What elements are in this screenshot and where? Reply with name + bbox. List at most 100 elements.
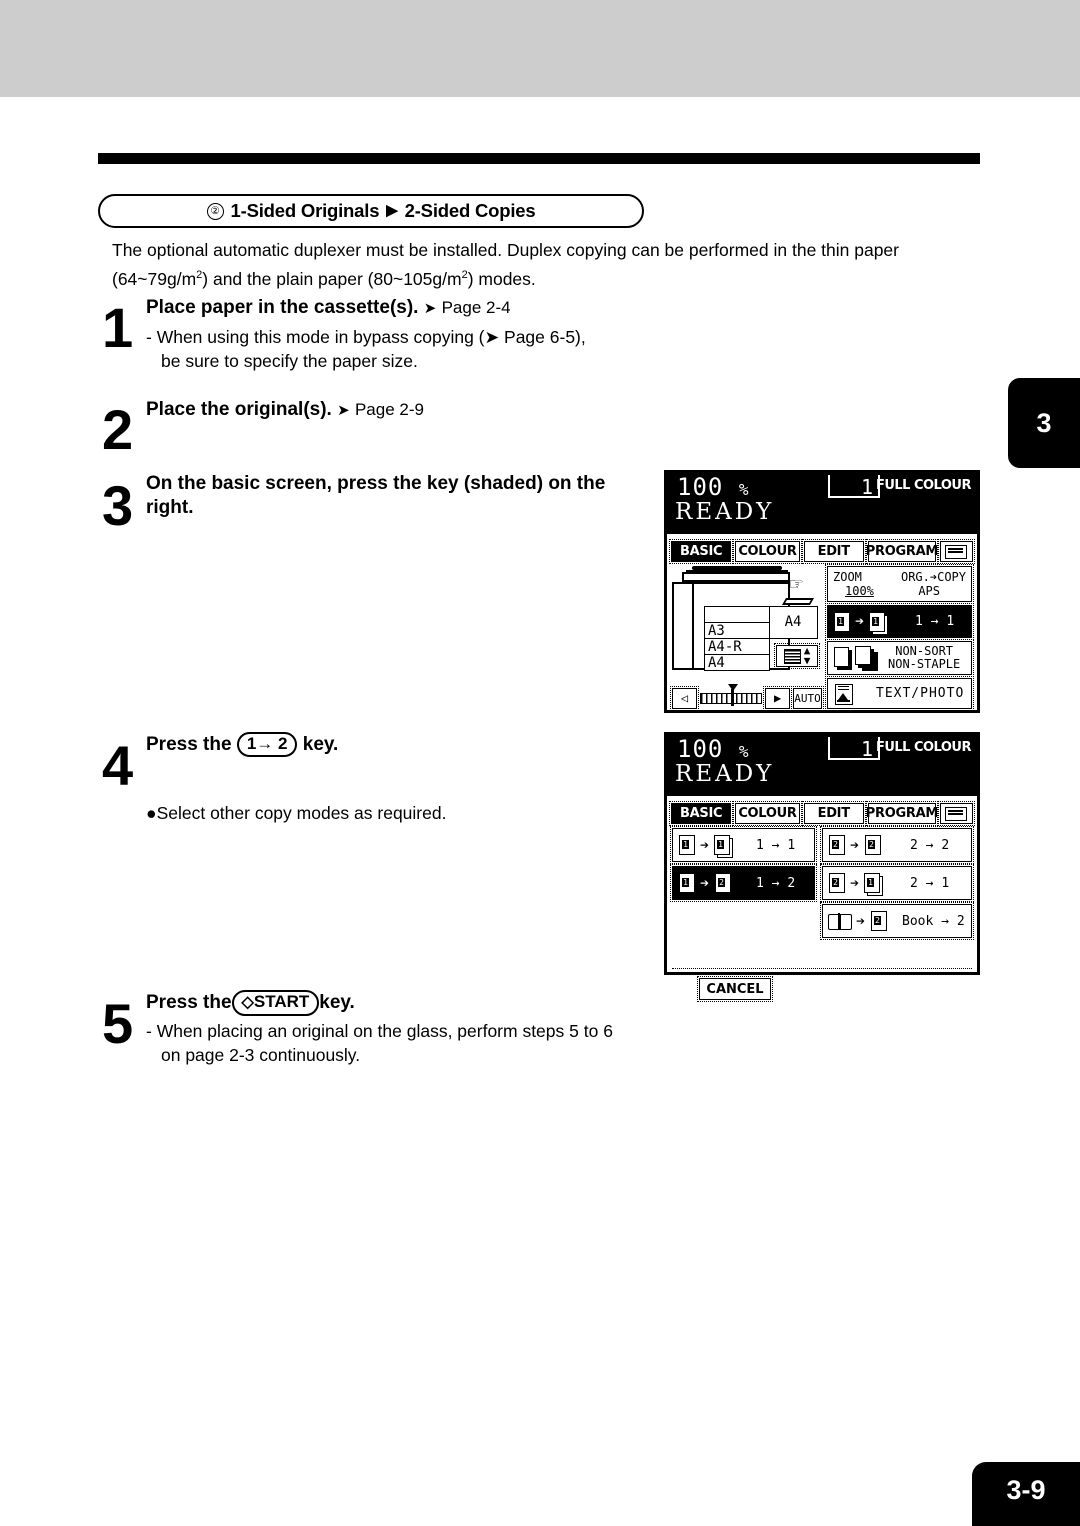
- density-slider[interactable]: [700, 683, 763, 709]
- step-3-number: 3: [102, 474, 134, 537]
- sheet-icon-1-copy: 1: [862, 871, 884, 896]
- sort-sheet-icon-1: [832, 645, 854, 671]
- zoom-value: 100%: [845, 584, 874, 598]
- sheet-icon-1: 1: [677, 871, 697, 895]
- step-4-heading-prefix: Press the: [146, 734, 232, 755]
- machine-illustration[interactable]: ☞ A4 A3 A4-R A4 ▲ ▼: [672, 566, 822, 681]
- tab-keyboard-icon[interactable]: [937, 801, 975, 826]
- lcd1-tab-row: BASIC COLOUR EDIT PROGRAM: [668, 539, 975, 564]
- step-1-number: 1: [102, 296, 134, 359]
- lcd2-colour-mode: FULL COLOUR: [875, 740, 972, 755]
- step-1: 1 Place paper in the cassette(s). ➤ Page…: [98, 296, 678, 373]
- step-1-page-ref: Page 2-4: [441, 298, 511, 317]
- key-start-label: START: [253, 992, 310, 1011]
- step-5-note-line-1: - When placing an original on the glass,…: [146, 1021, 613, 1041]
- section-marker: ②: [206, 202, 224, 220]
- bypass-paper-size[interactable]: A4: [768, 606, 818, 639]
- lcd1-body: BASIC COLOUR EDIT PROGRAM ☞ A4 A3 A4-R A…: [667, 534, 977, 711]
- option-book-to-2[interactable]: ➔ 2 Book → 2: [820, 902, 974, 940]
- duplex-options-left: 1 ➔ 1 1 → 1 1 ➔ 2 1 → 2: [670, 826, 817, 902]
- original-mode-button[interactable]: TEXT/PHOTO: [825, 676, 974, 711]
- intro-modes: ) modes.: [467, 268, 536, 289]
- option-2-to-2[interactable]: 2 ➔ 2 2 → 2: [820, 826, 974, 864]
- lcd2-status-bar: 100 % 1 FULL COLOUR READY: [667, 735, 977, 796]
- step-4-bullet: ●Select other copy modes as required.: [146, 803, 447, 823]
- tab-colour[interactable]: COLOUR: [733, 801, 802, 826]
- step-1-heading: Place paper in the cassette(s). ➤ Page 2…: [146, 296, 678, 321]
- cassette-row-0[interactable]: [704, 606, 770, 623]
- cassette-row-3[interactable]: A4: [704, 654, 770, 671]
- finishing-mode-button[interactable]: NON-SORT NON-STAPLE: [825, 639, 974, 677]
- right-triangle-icon: ▶: [386, 201, 398, 219]
- tab-basic[interactable]: BASIC: [668, 801, 734, 826]
- tab-basic[interactable]: BASIC: [668, 539, 734, 564]
- sheet-icon-2: 2: [712, 871, 734, 895]
- density-lighter-button[interactable]: ◁: [669, 685, 700, 711]
- cancel-button[interactable]: CANCEL: [697, 976, 773, 1002]
- step-2-heading-text: Place the original(s).: [146, 399, 332, 420]
- tab-program[interactable]: PROGRAM: [866, 801, 938, 826]
- sort-sheet-icon-2: [854, 645, 878, 671]
- right-triangle-icon: ▶: [773, 691, 782, 705]
- tab-edit[interactable]: EDIT: [801, 801, 866, 826]
- lcd1-colour-mode: FULL COLOUR: [875, 478, 972, 493]
- hand-icon: ☞: [790, 572, 803, 596]
- step-3-heading-line-1: On the basic screen, press the key (shad…: [146, 473, 606, 494]
- tab-keyboard-icon[interactable]: [937, 539, 975, 564]
- density-control-row: ◁ ▶ AUTO: [669, 683, 824, 711]
- step-3: 3 On the basic screen, press the key (sh…: [98, 472, 678, 534]
- step-4-heading-suffix: key.: [302, 734, 339, 755]
- lcd1-copy-count: 1: [828, 475, 880, 499]
- step-1-note-line-1: - When using this mode in bypass copying…: [146, 327, 586, 347]
- lcd1-status-text: READY: [675, 499, 775, 525]
- intro-line-1: The optional automatic duplexer must be …: [112, 240, 899, 260]
- header-rule: [98, 153, 980, 164]
- lcd2-divider: [672, 968, 972, 969]
- step-2: 2 Place the original(s). ➤ Page 2-9: [98, 398, 678, 458]
- arrow-icon: ➔: [856, 911, 866, 930]
- cassette-row-1[interactable]: A3: [704, 622, 770, 639]
- page-top-band: [0, 0, 1080, 97]
- density-auto-button[interactable]: AUTO: [791, 685, 824, 711]
- step-5-heading-suffix: key.: [319, 992, 355, 1013]
- lcd2-zoom-percent: 100 %: [677, 735, 750, 763]
- chapter-side-tab: 3: [1008, 378, 1080, 468]
- sheet-icon-2-copy: 2: [868, 909, 890, 933]
- paper-type-button[interactable]: ▲ ▼: [774, 643, 820, 669]
- lcd2-status-text: READY: [675, 761, 775, 787]
- step-5: 5 Press the ◇START key. - When placing an …: [98, 990, 678, 1067]
- intro-paragraph: The optional automatic duplexer must be …: [112, 238, 982, 292]
- arrow-icon: ➔: [855, 612, 865, 630]
- tab-program[interactable]: PROGRAM: [866, 539, 938, 564]
- step-2-number: 2: [102, 398, 134, 461]
- duplex-options-right: 2 ➔ 2 2 → 2 2 ➔ 1 2 → 1 ➔ 2 Book → 2: [820, 826, 974, 940]
- zoom-label: ZOOM: [833, 570, 862, 584]
- sheet-icon-2: 2: [827, 833, 847, 857]
- duplex-mode-button[interactable]: 1 ➔ 1 1 → 1: [825, 603, 974, 640]
- sheet-icon-2: 2: [827, 871, 847, 895]
- option-1-to-2[interactable]: 1 ➔ 2 1 → 2: [670, 864, 817, 902]
- sheet-icon-1-copy: 1: [712, 833, 734, 858]
- option-1-to-2-label: 1 → 2: [756, 875, 796, 891]
- lcd-panel-basic-screen[interactable]: 100 % 1 FULL COLOUR READY BASIC COLOUR E…: [664, 470, 980, 713]
- step-5-number: 5: [102, 992, 134, 1055]
- up-down-arrow-icon: ▲ ▼: [803, 644, 811, 667]
- zoom-aps-button[interactable]: ZOOM ORG.➔COPY 100% APS: [825, 564, 974, 604]
- step-3-heading-line-2: right.: [146, 497, 194, 518]
- section-title-first: 1-Sided Originals: [230, 200, 380, 221]
- density-darker-button[interactable]: ▶: [763, 685, 793, 711]
- page-ref-arrow-icon: ➤: [337, 402, 350, 419]
- original-mode-label: TEXT/PHOTO: [876, 686, 965, 701]
- option-2-to-1-label: 2 → 1: [910, 875, 950, 891]
- sheet-icon-2-copy: 2: [862, 833, 884, 857]
- book-icon: [827, 910, 853, 932]
- step-5-heading-prefix: Press the: [146, 992, 232, 1013]
- cassette-row-2[interactable]: A4-R: [704, 638, 770, 655]
- arrow-icon: ➔: [700, 873, 710, 892]
- lcd-panel-duplex-menu[interactable]: 100 % 1 FULL COLOUR READY BASIC COLOUR E…: [664, 732, 980, 1002]
- intro-weight-thin: (64~79g/m: [112, 268, 197, 289]
- tab-edit[interactable]: EDIT: [801, 539, 866, 564]
- option-2-to-1[interactable]: 2 ➔ 1 2 → 1: [820, 864, 974, 902]
- option-1-to-1[interactable]: 1 ➔ 1 1 → 1: [670, 826, 817, 864]
- tab-colour[interactable]: COLOUR: [733, 539, 802, 564]
